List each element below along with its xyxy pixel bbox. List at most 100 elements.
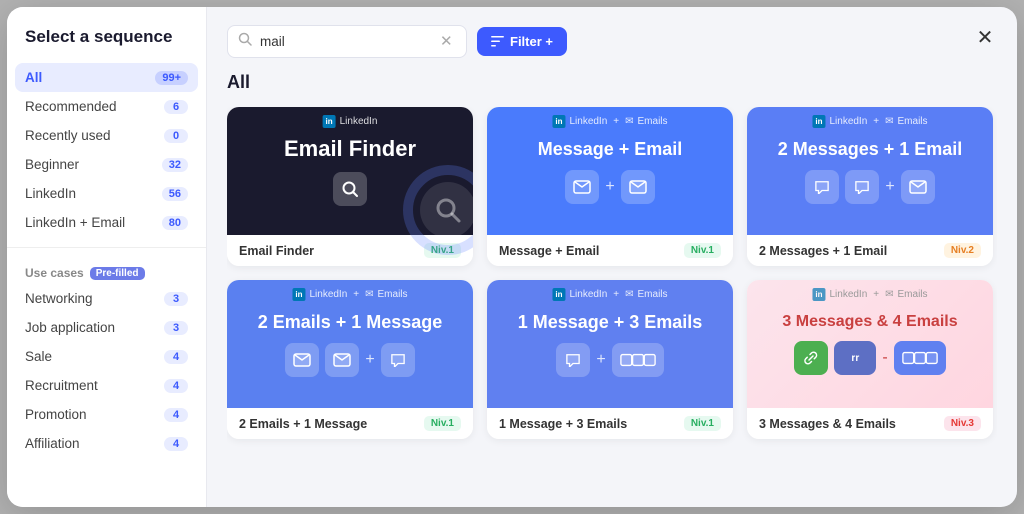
message-icon-box [565,170,599,204]
sidebar-item-beginner[interactable]: Beginner 32 [7,150,206,179]
card-1message-3emails[interactable]: in LinkedIn + ✉ Emails 1 Message + 3 Ema… [487,280,733,439]
card-3messages-4emails[interactable]: in LinkedIn + ✉ Emails 3 Messages & 4 Em… [747,280,993,439]
sidebar-item-linkedin[interactable]: LinkedIn 56 [7,179,206,208]
sidebar-item-recommended[interactable]: Recommended 6 [7,92,206,121]
email-icon-box [901,170,935,204]
sidebar-item-badge: 80 [162,216,188,230]
emails-group-pink [894,341,946,375]
card-name: 2 Emails + 1 Message [239,417,367,431]
section-title: All [227,72,997,93]
pre-filled-badge: Pre-filled [90,267,145,280]
card-2messages-1email[interactable]: in LinkedIn + ✉ Emails 2 Messages + 1 Em… [747,107,993,266]
sidebar-divider [7,247,206,248]
email-icon-box-1 [285,343,319,377]
sidebar-item-all[interactable]: All 99+ [15,63,198,92]
level-badge: Niv.1 [684,243,721,258]
card-preview: in LinkedIn + ✉ Emails 3 Messages & 4 Em… [747,280,993,408]
sidebar-item-badge: 3 [164,292,188,306]
linkedin-icon: in [292,288,305,301]
linkedin-icon: in [323,115,336,128]
sidebar-item-badge: 99+ [155,71,188,85]
email-icon-box-2 [325,343,359,377]
sidebar-item-recently-used[interactable]: Recently used 0 [7,121,206,150]
filter-label: Filter + [510,34,553,49]
card-icons: + [805,170,934,204]
clear-search-button[interactable]: ✕ [438,34,455,49]
search-icon-box [333,172,367,206]
plus-icon: + [365,351,374,369]
card-preview: in LinkedIn + ✉ Emails Message + Email [487,107,733,235]
msg-icon-box [556,343,590,377]
search-row: ✕ Filter + [227,25,997,58]
sidebar-item-badge: 32 [162,158,188,172]
card-title: 2 Messages + 1 Email [778,139,963,160]
plus-icon: + [605,178,614,196]
card-footer: 2 Emails + 1 Message Niv.1 [227,408,473,439]
sidebar-item-label: Job application [25,320,115,335]
sidebar-item-label: Recommended [25,99,117,114]
card-tag-line: in LinkedIn [323,115,378,128]
card-tag-line: in LinkedIn + ✉ Emails [292,288,407,301]
level-badge: Niv.1 [684,416,721,431]
card-message-email[interactable]: in LinkedIn + ✉ Emails Message + Email [487,107,733,266]
sidebar-item-badge: 6 [164,100,188,114]
card-icons: + [565,170,654,204]
card-preview: in LinkedIn + ✉ Emails 2 Emails + 1 Mess… [227,280,473,408]
card-preview: in LinkedIn Email Finder [227,107,473,235]
card-footer: 2 Messages + 1 Email Niv.2 [747,235,993,266]
card-tag-line: in LinkedIn + ✉ Emails [812,115,927,128]
card-preview: in LinkedIn + ✉ Emails 1 Message + 3 Ema… [487,280,733,408]
search-icon [238,32,252,51]
sidebar-item-label: Networking [25,291,93,306]
search-input[interactable] [260,34,430,49]
main-content: ✕ Filter + All in [207,7,1017,507]
filter-icon [491,36,504,47]
linkedin-icon: in [812,115,825,128]
card-name: Email Finder [239,244,314,258]
sidebar-item-label: Promotion [25,407,87,422]
card-title: Email Finder [284,136,416,162]
sidebar-item-badge: 3 [164,321,188,335]
sidebar-item-affiliation[interactable]: Affiliation 4 [7,429,206,458]
plus-icon: + [596,351,605,369]
sidebar-item-job-application[interactable]: Job application 3 [7,313,206,342]
sidebar-item-label: Affiliation [25,436,80,451]
sidebar-item-badge: 56 [162,187,188,201]
text-icon-box: rr [834,341,876,375]
card-2emails-1message[interactable]: in LinkedIn + ✉ Emails 2 Emails + 1 Mess… [227,280,473,439]
sidebar-item-sale[interactable]: Sale 4 [7,342,206,371]
card-footer: 3 Messages & 4 Emails Niv.3 [747,408,993,439]
sidebar-item-label: LinkedIn [25,186,76,201]
sidebar-item-label: All [25,70,42,85]
card-tag-line: in LinkedIn + ✉ Emails [552,288,667,301]
card-icons: + [285,343,414,377]
link-icon-box [794,341,828,375]
level-badge: Niv.2 [944,243,981,258]
card-tag-line: in LinkedIn + ✉ Emails [812,288,927,301]
card-title: 3 Messages & 4 Emails [782,313,957,331]
sidebar-item-networking[interactable]: Networking 3 [7,284,206,313]
msg-icon-box-1 [805,170,839,204]
card-title: 2 Emails + 1 Message [258,312,443,333]
linkedin-icon: in [552,115,565,128]
sidebar-item-recruitment[interactable]: Recruitment 4 [7,371,206,400]
sidebar-item-badge: 4 [164,437,188,451]
sidebar-item-badge: 4 [164,350,188,364]
card-name: 3 Messages & 4 Emails [759,417,896,431]
level-badge: Niv.1 [424,416,461,431]
card-title: Message + Email [538,139,683,160]
filter-button[interactable]: Filter + [477,27,567,56]
sidebar-item-label: LinkedIn + Email [25,215,125,230]
close-button[interactable]: ✕ [971,23,999,51]
sidebar-item-linkedin-email[interactable]: LinkedIn + Email 80 [7,208,206,237]
card-tag-line: in LinkedIn + ✉ Emails [552,115,667,128]
card-title: 1 Message + 3 Emails [518,312,703,333]
msg-icon-box [381,343,415,377]
emails-group-icon [612,343,664,377]
sidebar-item-badge: 4 [164,408,188,422]
card-email-finder[interactable]: in LinkedIn Email Finder [227,107,473,266]
sidebar-item-promotion[interactable]: Promotion 4 [7,400,206,429]
card-preview: in LinkedIn + ✉ Emails 2 Messages + 1 Em… [747,107,993,235]
search-box: ✕ [227,25,467,58]
card-footer: Message + Email Niv.1 [487,235,733,266]
